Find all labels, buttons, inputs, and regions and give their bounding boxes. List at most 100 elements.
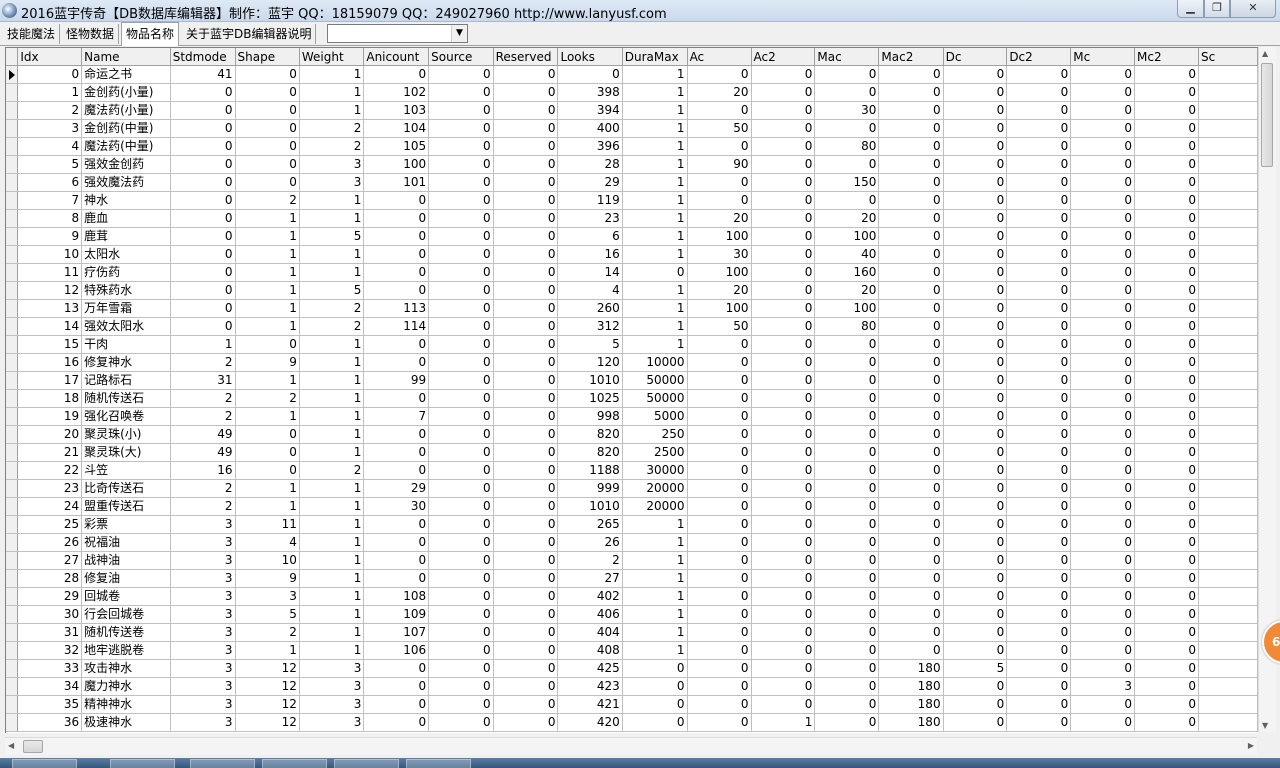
cell-sc[interactable]: [1198, 587, 1258, 606]
cell-dc[interactable]: 0: [943, 83, 1008, 102]
cell-anicount[interactable]: 0: [363, 461, 430, 480]
cell-reserved[interactable]: 0: [493, 461, 559, 480]
cell-ac[interactable]: 0: [687, 623, 752, 642]
cell-mac[interactable]: 20: [814, 209, 880, 228]
table-row[interactable]: 8 鹿血 0 1 1 0 0 0 23 1 20 0 20 0 0 0 0 0: [6, 209, 1258, 228]
table-row[interactable]: 10 太阳水 0 1 1 0 0 0 16 1 30 0 40 0 0 0 0 0: [6, 245, 1258, 264]
cell-reserved[interactable]: 0: [493, 479, 559, 498]
cell-mac[interactable]: 0: [814, 677, 880, 696]
cell-mac2[interactable]: 0: [878, 299, 944, 318]
column-header-ac2[interactable]: Ac2: [751, 48, 816, 66]
cell-source[interactable]: 0: [428, 587, 494, 606]
cell-looks[interactable]: 14: [557, 263, 623, 282]
scroll-up-icon[interactable]: ▲: [1262, 49, 1268, 58]
cell-looks[interactable]: 0: [557, 65, 623, 84]
cell-mac2[interactable]: 0: [878, 425, 944, 444]
taskbar-item[interactable]: [334, 759, 399, 768]
cell-dc[interactable]: 0: [943, 605, 1008, 624]
cell-looks[interactable]: 406: [557, 605, 623, 624]
cell-ac[interactable]: 0: [687, 173, 752, 192]
cell-stdmode[interactable]: 0: [170, 263, 236, 282]
cell-dc2[interactable]: 0: [1006, 353, 1072, 372]
cell-dc2[interactable]: 0: [1006, 425, 1072, 444]
cell-reserved[interactable]: 0: [493, 155, 559, 174]
row-indicator[interactable]: [6, 371, 19, 390]
row-indicator[interactable]: [6, 137, 19, 156]
cell-ac[interactable]: 0: [687, 695, 752, 714]
cell-dc2[interactable]: 0: [1006, 173, 1072, 192]
cell-name[interactable]: 比奇传送石: [81, 479, 171, 498]
cell-weight[interactable]: 1: [299, 101, 365, 120]
cell-sc[interactable]: [1198, 443, 1258, 462]
row-indicator[interactable]: [6, 245, 19, 264]
cell-duramax[interactable]: 1: [622, 137, 688, 156]
cell-mc2[interactable]: 0: [1134, 641, 1200, 660]
table-row[interactable]: 15 干肉 1 0 1 0 0 0 5 1 0 0 0 0 0 0 0 0: [6, 335, 1258, 354]
cell-shape[interactable]: 9: [235, 353, 300, 372]
cell-weight[interactable]: 1: [299, 515, 365, 534]
cell-mc[interactable]: 0: [1070, 317, 1136, 336]
cell-anicount[interactable]: 0: [363, 335, 430, 354]
cell-idx[interactable]: 29: [17, 587, 83, 606]
cell-mc[interactable]: 0: [1070, 389, 1136, 408]
cell-idx[interactable]: 24: [17, 497, 83, 516]
cell-reserved[interactable]: 0: [493, 65, 559, 84]
table-row[interactable]: 23 比奇传送石 2 1 1 29 0 0 999 20000 0 0 0 0 0 0 0 0: [6, 479, 1258, 498]
cell-ac2[interactable]: 0: [751, 497, 816, 516]
cell-ac2[interactable]: 0: [751, 137, 816, 156]
cell-dc[interactable]: 0: [943, 641, 1008, 660]
cell-duramax[interactable]: 1: [622, 299, 688, 318]
cell-duramax[interactable]: 30000: [622, 461, 688, 480]
cell-shape[interactable]: 4: [235, 533, 300, 552]
cell-weight[interactable]: 1: [299, 335, 365, 354]
cell-reserved[interactable]: 0: [493, 515, 559, 534]
cell-ac[interactable]: 0: [687, 587, 752, 606]
cell-idx[interactable]: 16: [17, 353, 83, 372]
table-row[interactable]: 9 鹿茸 0 1 5 0 0 0 6 1 100 0 100 0 0 0 0 0: [6, 227, 1258, 246]
cell-sc[interactable]: [1198, 623, 1258, 642]
cell-anicount[interactable]: 0: [363, 65, 430, 84]
cell-reserved[interactable]: 0: [493, 371, 559, 390]
cell-mc2[interactable]: 0: [1134, 443, 1200, 462]
cell-ac2[interactable]: 0: [751, 65, 816, 84]
cell-ac[interactable]: 0: [687, 65, 752, 84]
cell-weight[interactable]: 1: [299, 569, 365, 588]
cell-mac2[interactable]: 180: [878, 659, 944, 678]
cell-mc2[interactable]: 0: [1134, 119, 1200, 138]
cell-mc2[interactable]: 0: [1134, 263, 1200, 282]
cell-dc[interactable]: 5: [943, 659, 1008, 678]
cell-idx[interactable]: 5: [17, 155, 83, 174]
cell-shape[interactable]: 0: [235, 65, 300, 84]
cell-mc2[interactable]: 0: [1134, 569, 1200, 588]
cell-dc[interactable]: 0: [943, 695, 1008, 714]
cell-shape[interactable]: 1: [235, 497, 300, 516]
row-indicator[interactable]: [6, 695, 19, 714]
table-row[interactable]: 20 聚灵珠(小) 49 0 1 0 0 0 820 250 0 0 0 0 0 0 0 0: [6, 425, 1258, 444]
cell-anicount[interactable]: 101: [363, 173, 430, 192]
cell-reserved[interactable]: 0: [493, 191, 559, 210]
cell-mac2[interactable]: 0: [878, 65, 944, 84]
cell-weight[interactable]: 3: [299, 677, 365, 696]
cell-dc2[interactable]: 0: [1006, 461, 1072, 480]
row-indicator[interactable]: [6, 641, 19, 660]
cell-ac2[interactable]: 0: [751, 605, 816, 624]
minimize-button[interactable]: ▁: [1177, 0, 1204, 18]
cell-anicount[interactable]: 108: [363, 587, 430, 606]
cell-mc2[interactable]: 0: [1134, 479, 1200, 498]
cell-dc2[interactable]: 0: [1006, 209, 1072, 228]
cell-name[interactable]: 疗伤药: [81, 263, 171, 282]
cell-anicount[interactable]: 0: [363, 389, 430, 408]
cell-dc[interactable]: 0: [943, 389, 1008, 408]
cell-mac[interactable]: 0: [814, 479, 880, 498]
row-indicator[interactable]: [6, 605, 19, 624]
cell-source[interactable]: 0: [428, 623, 494, 642]
cell-idx[interactable]: 34: [17, 677, 83, 696]
cell-weight[interactable]: 3: [299, 713, 365, 732]
row-indicator[interactable]: [6, 227, 19, 246]
cell-looks[interactable]: 396: [557, 137, 623, 156]
cell-shape[interactable]: 2: [235, 191, 300, 210]
table-row[interactable]: 7 神水 0 2 1 0 0 0 119 1 0 0 0 0 0 0 0 0: [6, 191, 1258, 210]
cell-duramax[interactable]: 1: [622, 569, 688, 588]
cell-source[interactable]: 0: [428, 425, 494, 444]
cell-dc[interactable]: 0: [943, 353, 1008, 372]
